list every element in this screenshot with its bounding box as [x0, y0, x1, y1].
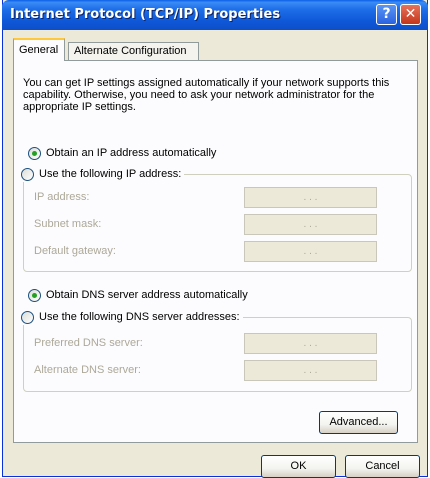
ip-address-label: IP address:: [34, 191, 90, 203]
close-icon: ✕: [404, 6, 417, 22]
radio-checked-icon: [28, 288, 41, 302]
ip-groupbox: IP address: . . . Subnet mask: . . . Def…: [23, 174, 412, 272]
subnet-mask-field[interactable]: . . .: [244, 214, 377, 235]
ip-address-field[interactable]: . . .: [244, 187, 377, 208]
radio-use-following-ip[interactable]: Use the following IP address:: [21, 166, 185, 182]
default-gateway-field[interactable]: . . .: [244, 241, 377, 262]
radio-use-following-dns[interactable]: Use the following DNS server addresses:: [21, 309, 243, 325]
preferred-dns-field[interactable]: . . .: [244, 333, 377, 354]
radio-use-following-dns-label: Use the following DNS server addresses:: [39, 311, 240, 323]
close-button[interactable]: ✕: [400, 4, 421, 25]
dns-groupbox: Preferred DNS server: . . . Alternate DN…: [23, 317, 412, 392]
radio-obtain-ip-auto-label: Obtain an IP address automatically: [46, 147, 217, 159]
radio-obtain-dns-auto-label: Obtain DNS server address automatically: [46, 289, 248, 301]
preferred-dns-label: Preferred DNS server:: [34, 337, 143, 349]
tab-general[interactable]: General: [13, 38, 65, 61]
general-tab-panel: You can get IP settings assigned automat…: [13, 60, 418, 443]
subnet-mask-value: . . .: [303, 219, 318, 230]
title-bar[interactable]: Internet Protocol (TCP/IP) Properties ? …: [2, 0, 428, 30]
tab-alternate-configuration[interactable]: Alternate Configuration: [68, 42, 199, 60]
preferred-dns-value: . . .: [303, 338, 318, 349]
subnet-mask-label: Subnet mask:: [34, 218, 102, 230]
default-gateway-value: . . .: [303, 246, 318, 257]
radio-obtain-ip-auto[interactable]: Obtain an IP address automatically: [28, 145, 220, 161]
intro-text: You can get IP settings assigned automat…: [23, 77, 390, 113]
cancel-button[interactable]: Cancel: [345, 455, 420, 478]
ok-button[interactable]: OK: [261, 455, 336, 478]
ip-address-value: . . .: [303, 192, 318, 203]
radio-unchecked-icon: [21, 167, 34, 181]
radio-obtain-dns-auto[interactable]: Obtain DNS server address automatically: [28, 287, 251, 303]
radio-checked-icon: [28, 146, 41, 160]
radio-use-following-ip-label: Use the following IP address:: [39, 168, 182, 180]
radio-unchecked-icon: [21, 310, 34, 324]
help-button[interactable]: ?: [376, 4, 397, 25]
alternate-dns-field[interactable]: . . .: [244, 360, 377, 381]
help-icon: ?: [382, 6, 391, 22]
advanced-button[interactable]: Advanced...: [319, 411, 398, 434]
dialog-window: Internet Protocol (TCP/IP) Properties ? …: [2, 0, 428, 478]
default-gateway-label: Default gateway:: [34, 245, 116, 257]
alternate-dns-value: . . .: [303, 365, 318, 376]
window-title: Internet Protocol (TCP/IP) Properties: [10, 7, 281, 22]
alternate-dns-label: Alternate DNS server:: [34, 364, 141, 376]
